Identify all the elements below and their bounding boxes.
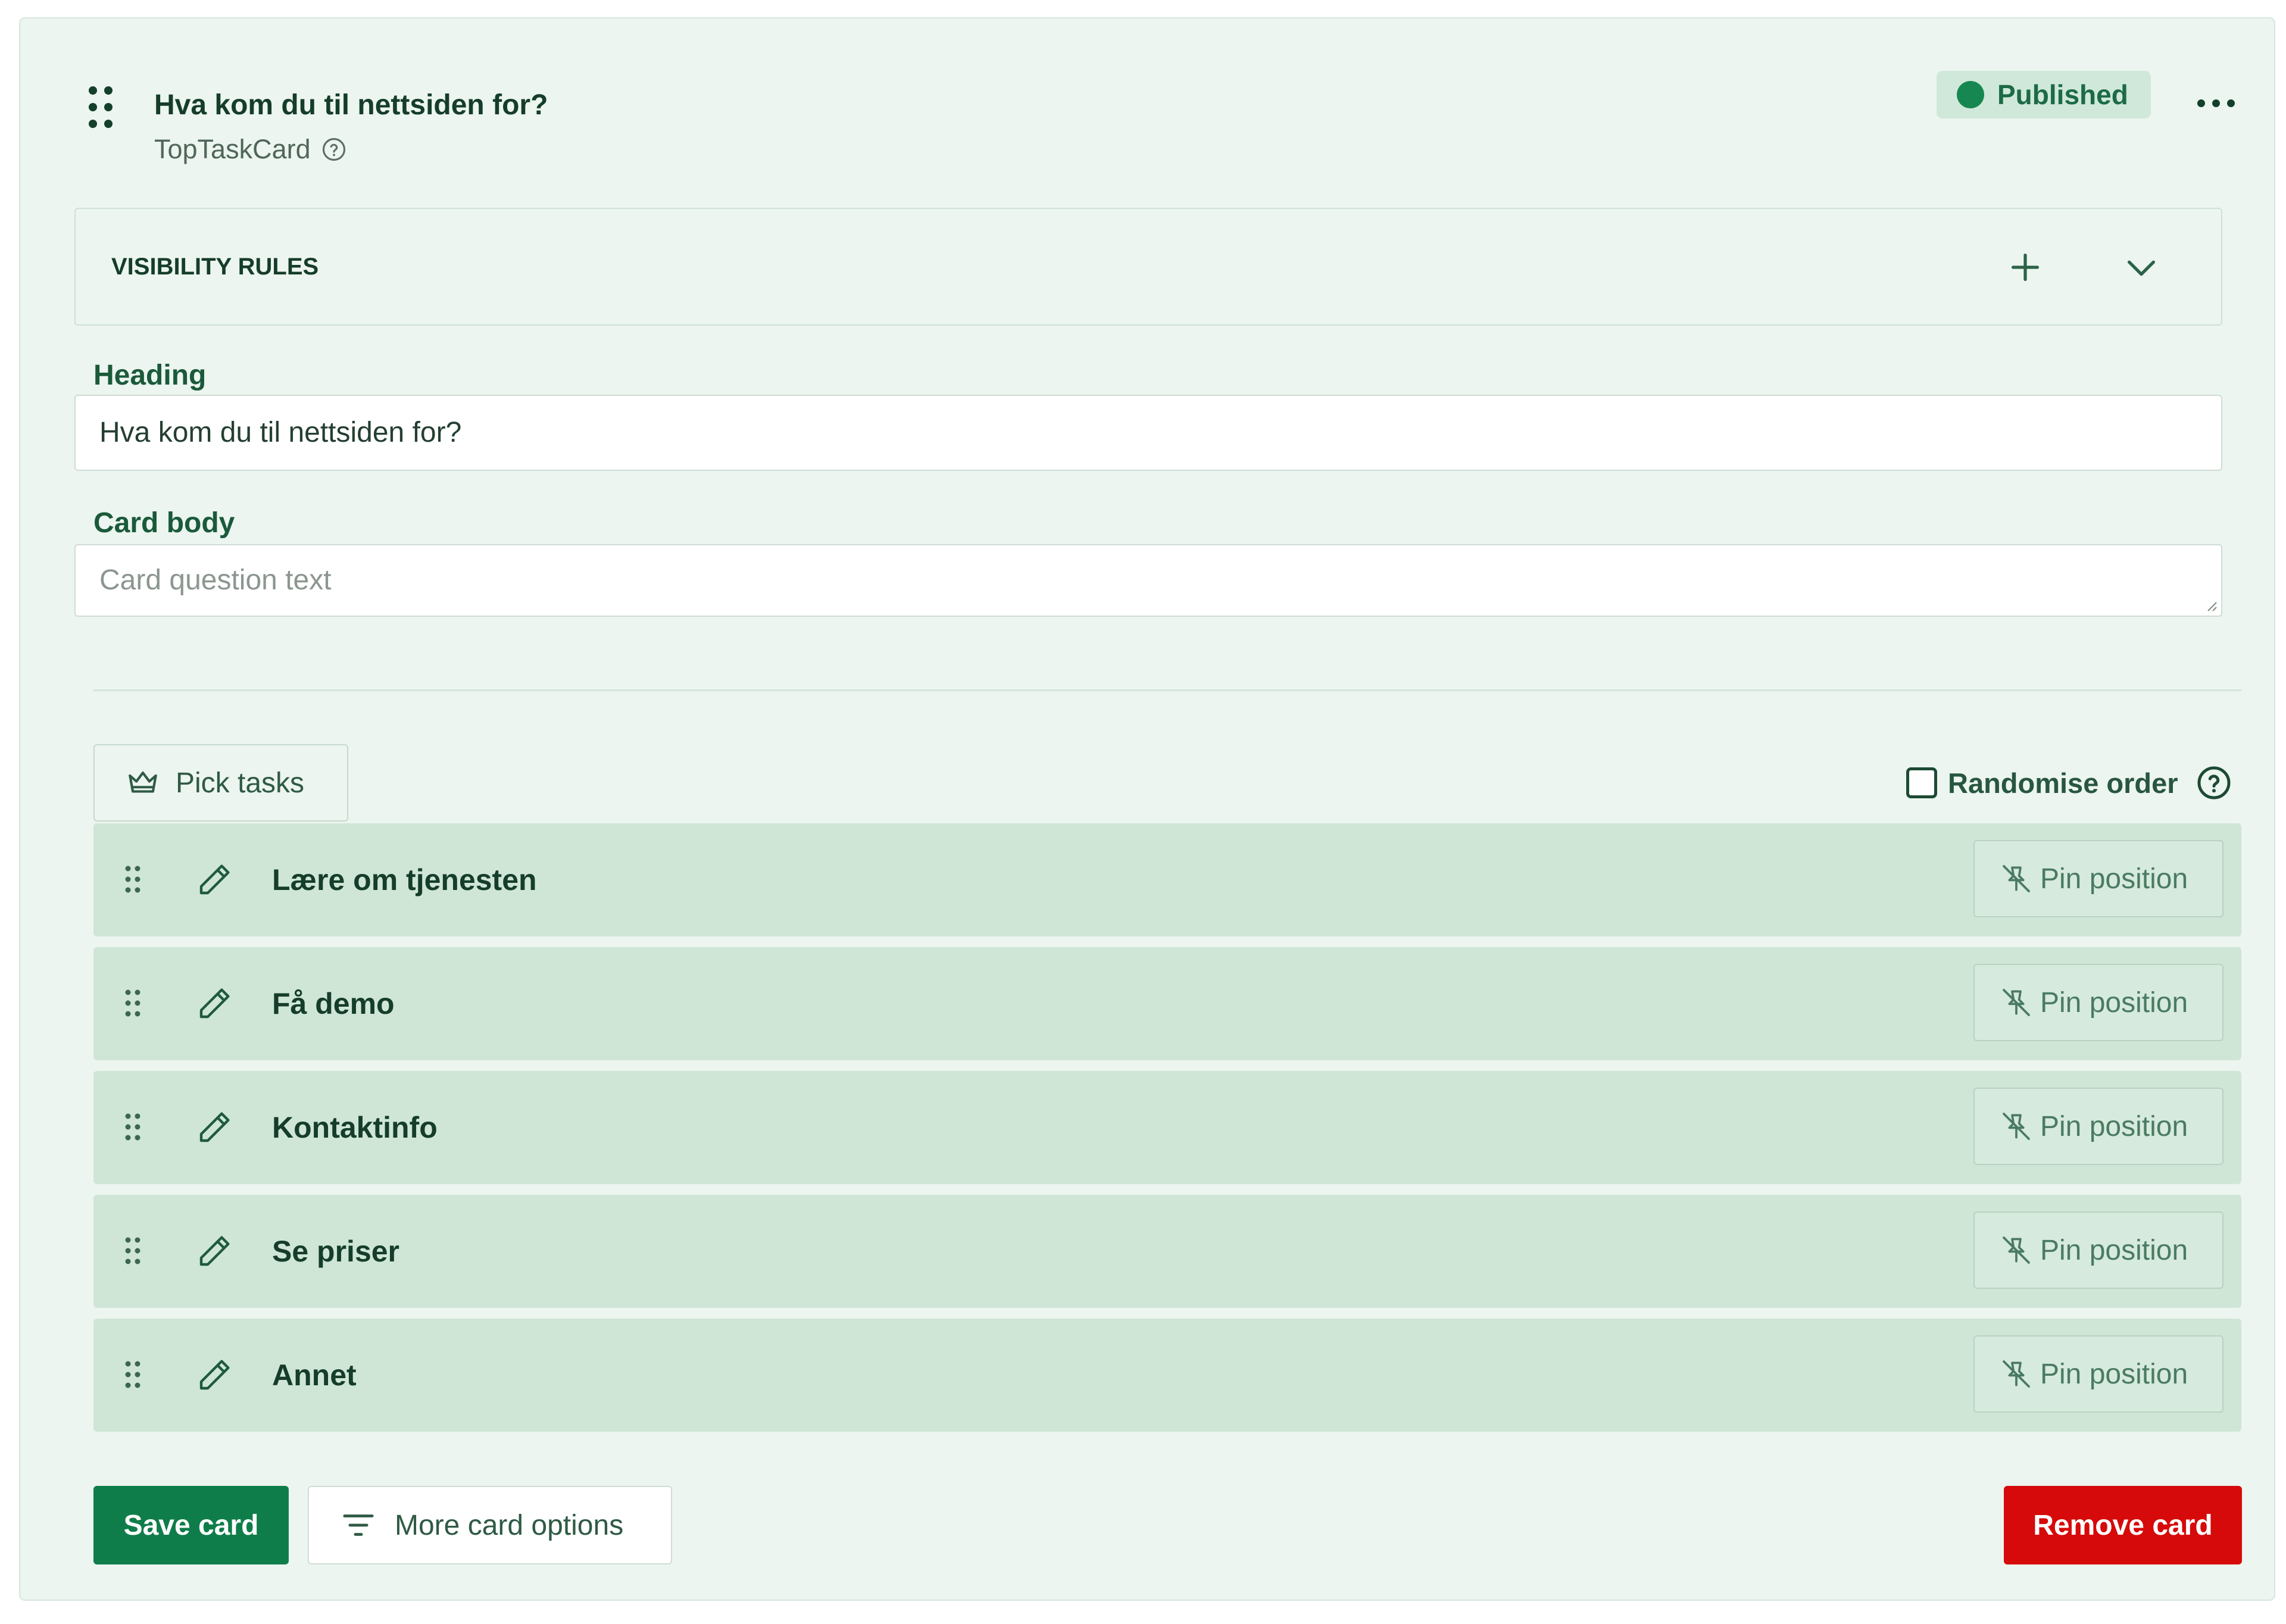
drag-grip-icon[interactable] — [124, 1236, 141, 1266]
pin-position-button[interactable]: Pin position — [1973, 1211, 2223, 1289]
filter-icon — [343, 1514, 374, 1536]
randomise-order-checkbox[interactable] — [1906, 767, 1937, 798]
task-label: Annet — [272, 1358, 357, 1392]
help-icon[interactable] — [2196, 765, 2232, 801]
task-row: Lære om tjenesten Pin position — [93, 823, 2241, 936]
pin-position-label: Pin position — [2040, 1358, 2188, 1390]
heading-label: Heading — [93, 360, 207, 391]
visibility-rules-label: VISIBILITY RULES — [111, 254, 319, 280]
top-task-card: Hva kom du til nettsiden for? TopTaskCar… — [19, 17, 2275, 1601]
pin-position-label: Pin position — [2040, 1110, 2188, 1142]
more-card-options-label: More card options — [395, 1509, 624, 1541]
pin-off-icon — [2003, 1113, 2030, 1140]
card-body-placeholder: Card question text — [99, 564, 332, 596]
more-card-options-button[interactable]: More card options — [308, 1486, 672, 1564]
card-drag-handle-icon[interactable] — [88, 85, 114, 144]
resize-handle-icon[interactable] — [2203, 598, 2218, 612]
drag-grip-icon[interactable] — [124, 1113, 141, 1142]
pin-position-button[interactable]: Pin position — [1973, 1088, 2223, 1165]
status-label: Published — [1997, 79, 2128, 110]
status-dot-icon — [1957, 81, 1984, 108]
card-body-label: Card body — [93, 507, 235, 539]
status-badge: Published — [1937, 71, 2151, 118]
pin-position-button[interactable]: Pin position — [1973, 1335, 2223, 1413]
card-body-textarea[interactable]: Card question text — [74, 544, 2222, 617]
card-type: TopTaskCard — [154, 134, 346, 165]
section-divider — [93, 689, 2241, 691]
task-row: Få demo Pin position — [93, 947, 2241, 1060]
task-label: Få demo — [272, 987, 395, 1020]
pin-off-icon — [2003, 1360, 2030, 1388]
pin-position-button[interactable]: Pin position — [1973, 964, 2223, 1041]
pencil-icon[interactable] — [195, 1356, 234, 1395]
pencil-icon[interactable] — [195, 860, 234, 900]
pin-off-icon — [2003, 1236, 2030, 1264]
save-card-button[interactable]: Save card — [93, 1486, 289, 1564]
visibility-rules-section: VISIBILITY RULES — [74, 208, 2222, 326]
more-menu-button[interactable] — [2186, 92, 2246, 138]
pin-position-button[interactable]: Pin position — [1973, 840, 2223, 917]
pick-tasks-button[interactable]: Pick tasks — [93, 744, 348, 822]
crown-icon — [129, 772, 157, 793]
remove-card-button[interactable]: Remove card — [2004, 1486, 2242, 1564]
pencil-icon[interactable] — [195, 984, 234, 1023]
card-type-label: TopTaskCard — [154, 134, 311, 164]
card-title: Hva kom du til nettsiden for? — [154, 89, 548, 121]
pin-off-icon — [2003, 989, 2030, 1016]
task-row: Annet Pin position — [93, 1319, 2241, 1432]
pencil-icon[interactable] — [195, 1232, 234, 1271]
drag-grip-icon[interactable] — [124, 1360, 141, 1390]
add-rule-plus-icon[interactable] — [2004, 246, 2046, 288]
randomise-order-label[interactable]: Randomise order — [1948, 767, 2178, 799]
drag-grip-icon[interactable] — [124, 865, 141, 895]
help-icon[interactable] — [321, 137, 346, 162]
heading-input[interactable]: Hva kom du til nettsiden for? — [74, 395, 2222, 471]
pin-off-icon — [2003, 865, 2030, 892]
drag-grip-icon[interactable] — [124, 989, 141, 1019]
pin-position-label: Pin position — [2040, 986, 2188, 1019]
task-label: Lære om tjenesten — [272, 863, 537, 897]
task-row: Kontaktinfo Pin position — [93, 1071, 2241, 1184]
pin-position-label: Pin position — [2040, 863, 2188, 895]
randomise-order-control: Randomise order — [1906, 765, 2232, 801]
task-label: Kontaktinfo — [272, 1111, 438, 1144]
chevron-down-icon[interactable] — [2121, 246, 2162, 288]
pencil-icon[interactable] — [195, 1108, 234, 1147]
ellipsis-icon — [2197, 99, 2205, 107]
task-label: Se priser — [272, 1235, 400, 1268]
pin-position-label: Pin position — [2040, 1234, 2188, 1266]
task-row: Se priser Pin position — [93, 1195, 2241, 1308]
pick-tasks-label: Pick tasks — [176, 767, 305, 799]
